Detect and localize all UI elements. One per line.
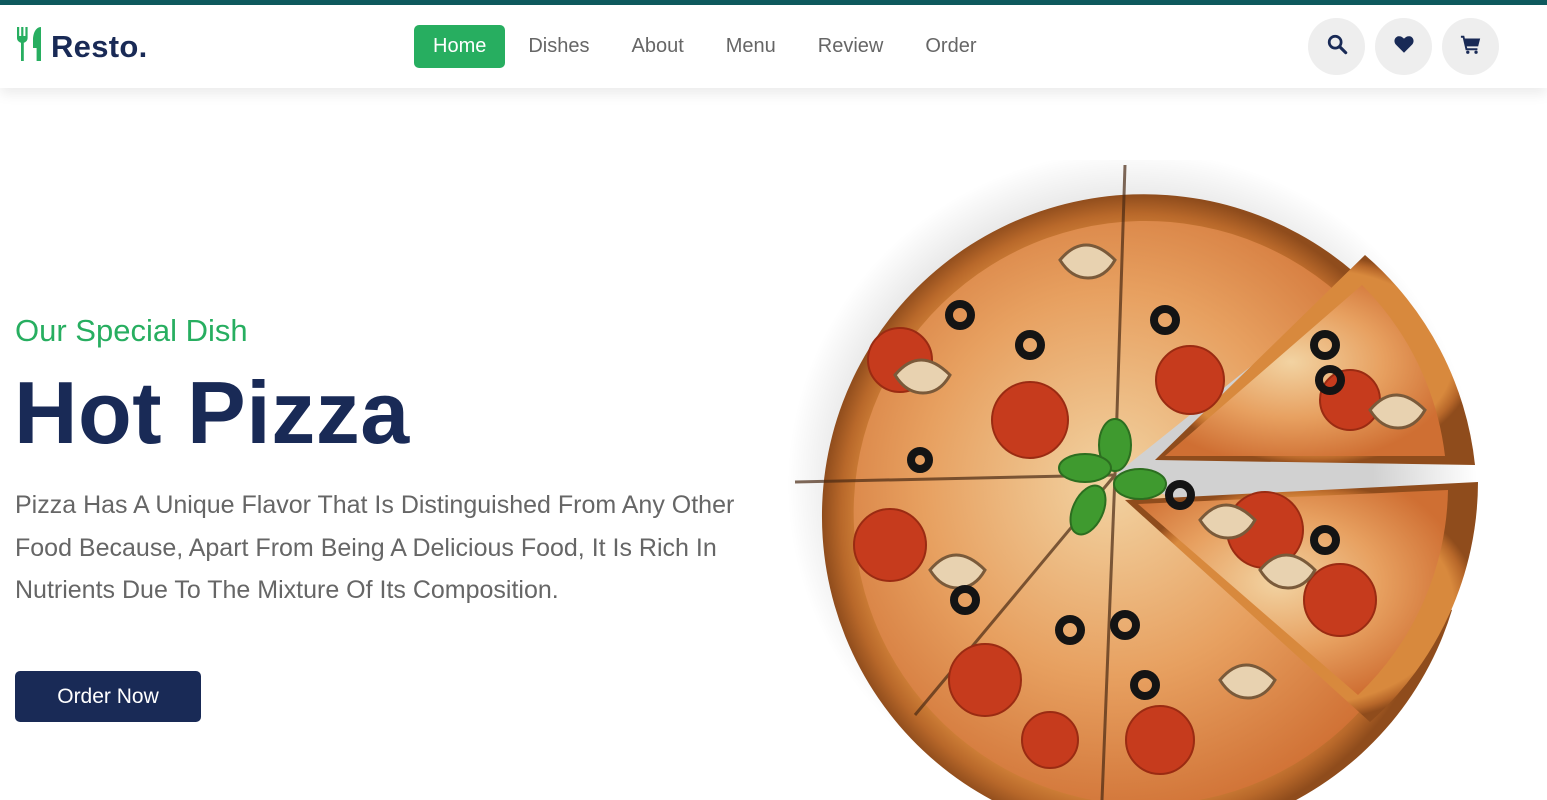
nav-order[interactable]: Order (906, 25, 995, 68)
nav-menu[interactable]: Menu (707, 25, 795, 68)
wishlist-button[interactable] (1375, 18, 1432, 75)
nav-about[interactable]: About (613, 25, 703, 68)
nav-review[interactable]: Review (799, 25, 903, 68)
nav-home[interactable]: Home (414, 25, 506, 68)
cart-button[interactable] (1442, 18, 1499, 75)
search-button[interactable] (1308, 18, 1365, 75)
cart-icon (1460, 33, 1482, 60)
search-icon (1326, 33, 1348, 60)
brand-name: Resto. (51, 28, 148, 64)
order-now-button[interactable]: Order Now (15, 671, 201, 722)
header-icons (1308, 18, 1499, 75)
utensils-icon (15, 27, 43, 66)
hero-subtitle: Our Special Dish (15, 313, 248, 348)
site-header: Resto. Home Dishes About Menu Review Ord… (0, 5, 1547, 88)
heart-icon (1393, 33, 1415, 60)
brand-logo[interactable]: Resto. (15, 27, 148, 66)
hero-description: Pizza Has A Unique Flavor That Is Distin… (15, 491, 735, 604)
nav-dishes[interactable]: Dishes (509, 25, 608, 68)
pizza-image (780, 160, 1500, 800)
main-nav: Home Dishes About Menu Review Order (414, 25, 1000, 68)
hero-title: Hot Pizza (14, 363, 410, 462)
